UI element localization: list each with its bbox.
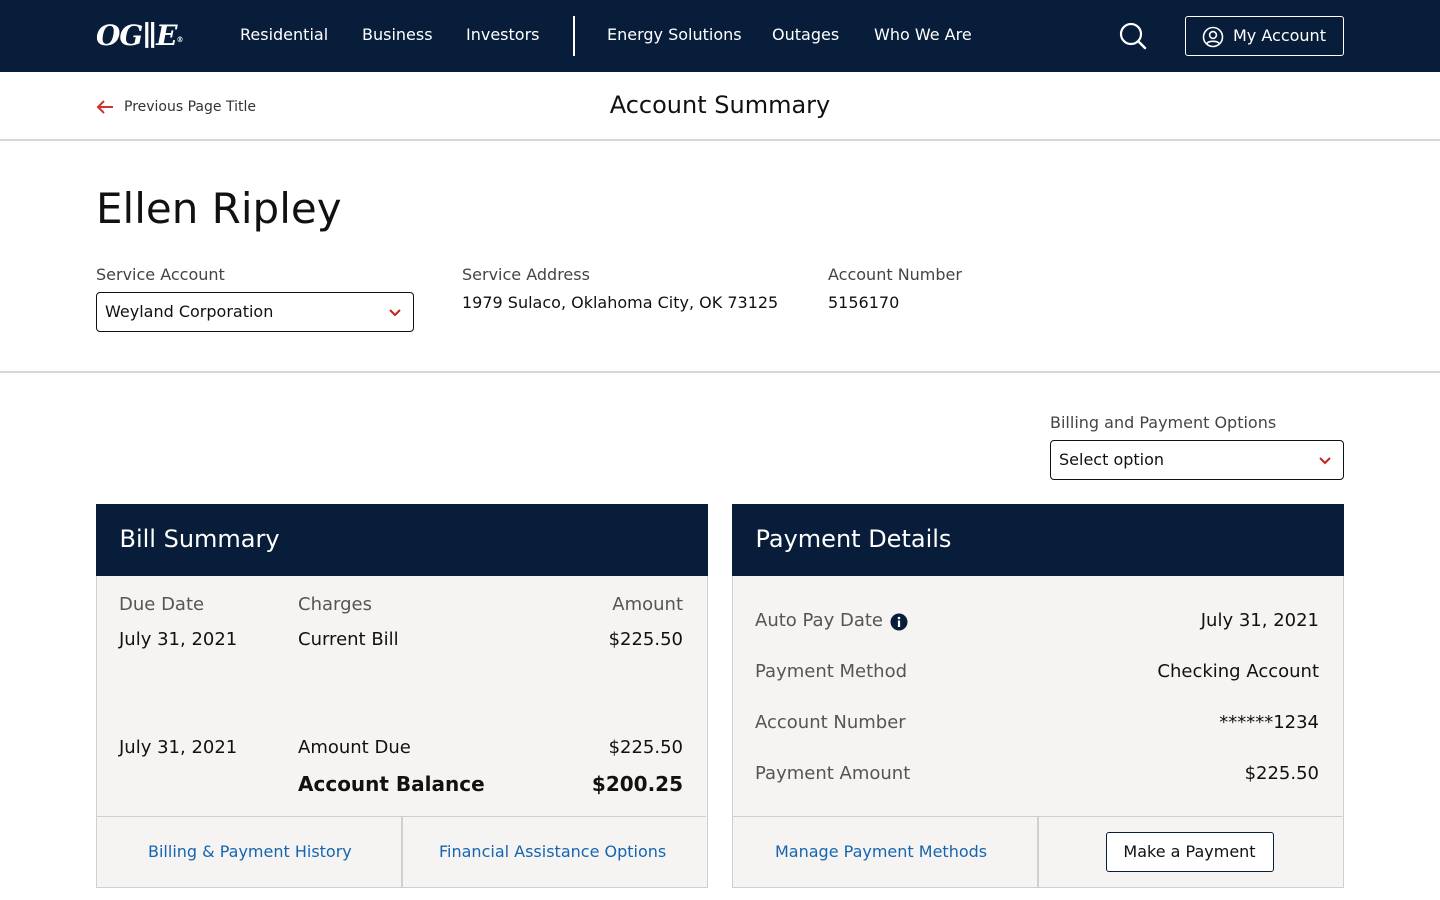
logo-text: OG∥E: [96, 19, 177, 52]
registered-mark: ®: [176, 35, 183, 44]
account-number-label: Account Number: [828, 265, 962, 284]
account-balance-value: $200.25: [591, 772, 683, 796]
service-account-label: Service Account: [96, 265, 225, 284]
amount-header: Amount: [612, 594, 683, 615]
billing-options-value: Select option: [1059, 450, 1165, 469]
make-payment-label: Make a Payment: [1123, 842, 1256, 861]
service-account-select[interactable]: Weyland Corporation: [96, 292, 414, 332]
row-amount: $225.50: [608, 737, 683, 758]
service-address-label: Service Address: [462, 265, 590, 284]
payment-details-title: Payment Details: [755, 524, 952, 553]
account-number-value: 5156170: [828, 293, 900, 312]
row-due-date: July 31, 2021: [119, 629, 238, 650]
due-date-header: Due Date: [119, 594, 205, 615]
payment-amount-label: Payment Amount: [755, 763, 911, 784]
bill-summary-footer: Billing & Payment History Financial Assi…: [97, 816, 706, 887]
row-amount: $225.50: [608, 629, 683, 650]
oge-logo[interactable]: OG∥E®: [96, 18, 183, 54]
auto-pay-date-value: July 31, 2021: [1200, 610, 1319, 631]
billing-history-link[interactable]: Billing & Payment History: [148, 842, 352, 862]
nav-link-who-we-are[interactable]: Who We Are: [874, 24, 972, 46]
auto-pay-date-label: Auto Pay Date: [755, 610, 883, 631]
info-icon[interactable]: [890, 613, 908, 631]
payment-details-footer: Manage Payment Methods Make a Payment: [733, 816, 1342, 887]
chevron-down-icon: [389, 309, 401, 317]
user-circle-icon: [1202, 26, 1224, 48]
payment-amount-value: $225.50: [1244, 763, 1319, 784]
make-payment-button[interactable]: Make a Payment: [1106, 832, 1274, 872]
section-divider: [0, 371, 1440, 373]
row-charge: Current Bill: [298, 629, 399, 650]
my-account-button[interactable]: My Account: [1185, 16, 1344, 56]
search-button[interactable]: [1118, 21, 1148, 51]
nav-link-residential[interactable]: Residential: [240, 24, 328, 46]
footer-cell-history: Billing & Payment History: [97, 817, 401, 887]
nav-link-business[interactable]: Business: [362, 24, 433, 46]
bill-summary-header: Bill Summary: [95, 503, 708, 576]
billing-options-select[interactable]: Select option: [1050, 440, 1344, 480]
footer-cell-assistance: Financial Assistance Options: [403, 817, 706, 887]
bill-summary-card: Bill Summary Due Date Charges Amount Jul…: [95, 503, 708, 888]
payment-details-header: Payment Details: [731, 503, 1344, 576]
payment-method-value: Checking Account: [1157, 661, 1319, 682]
charges-header: Charges: [298, 594, 372, 615]
bill-summary-title: Bill Summary: [119, 524, 280, 553]
nav-link-outages[interactable]: Outages: [772, 24, 839, 46]
row-due-date: July 31, 2021: [119, 737, 238, 758]
chevron-down-icon: [1319, 457, 1331, 465]
search-icon: [1119, 22, 1147, 50]
service-address-value: 1979 Sulaco, Oklahoma City, OK 73125: [462, 293, 779, 312]
manage-payment-methods-link[interactable]: Manage Payment Methods: [775, 842, 987, 862]
account-balance-label: Account Balance: [298, 772, 485, 796]
top-navigation: OG∥E® Residential Business Investors Ene…: [0, 0, 1440, 72]
customer-name: Ellen Ripley: [96, 184, 342, 233]
payment-details-card: Payment Details Auto Pay Date July 31, 2…: [731, 503, 1344, 888]
nav-divider: [573, 16, 575, 56]
footer-cell-manage: Manage Payment Methods: [733, 817, 1037, 887]
nav-link-investors[interactable]: Investors: [466, 24, 539, 46]
payment-account-number-value: ******1234: [1219, 712, 1319, 733]
footer-separator: [1037, 817, 1039, 887]
page-header-bar: Previous Page Title Account Summary: [0, 72, 1440, 141]
payment-method-label: Payment Method: [755, 661, 908, 682]
payment-account-number-label: Account Number: [755, 712, 906, 733]
financial-assistance-link[interactable]: Financial Assistance Options: [439, 842, 666, 862]
billing-options-label: Billing and Payment Options: [1050, 413, 1277, 432]
service-account-value: Weyland Corporation: [105, 302, 274, 321]
my-account-label: My Account: [1233, 26, 1326, 45]
page-title: Account Summary: [609, 91, 831, 119]
row-charge: Amount Due: [298, 737, 411, 758]
nav-link-energy-solutions[interactable]: Energy Solutions: [607, 24, 742, 46]
